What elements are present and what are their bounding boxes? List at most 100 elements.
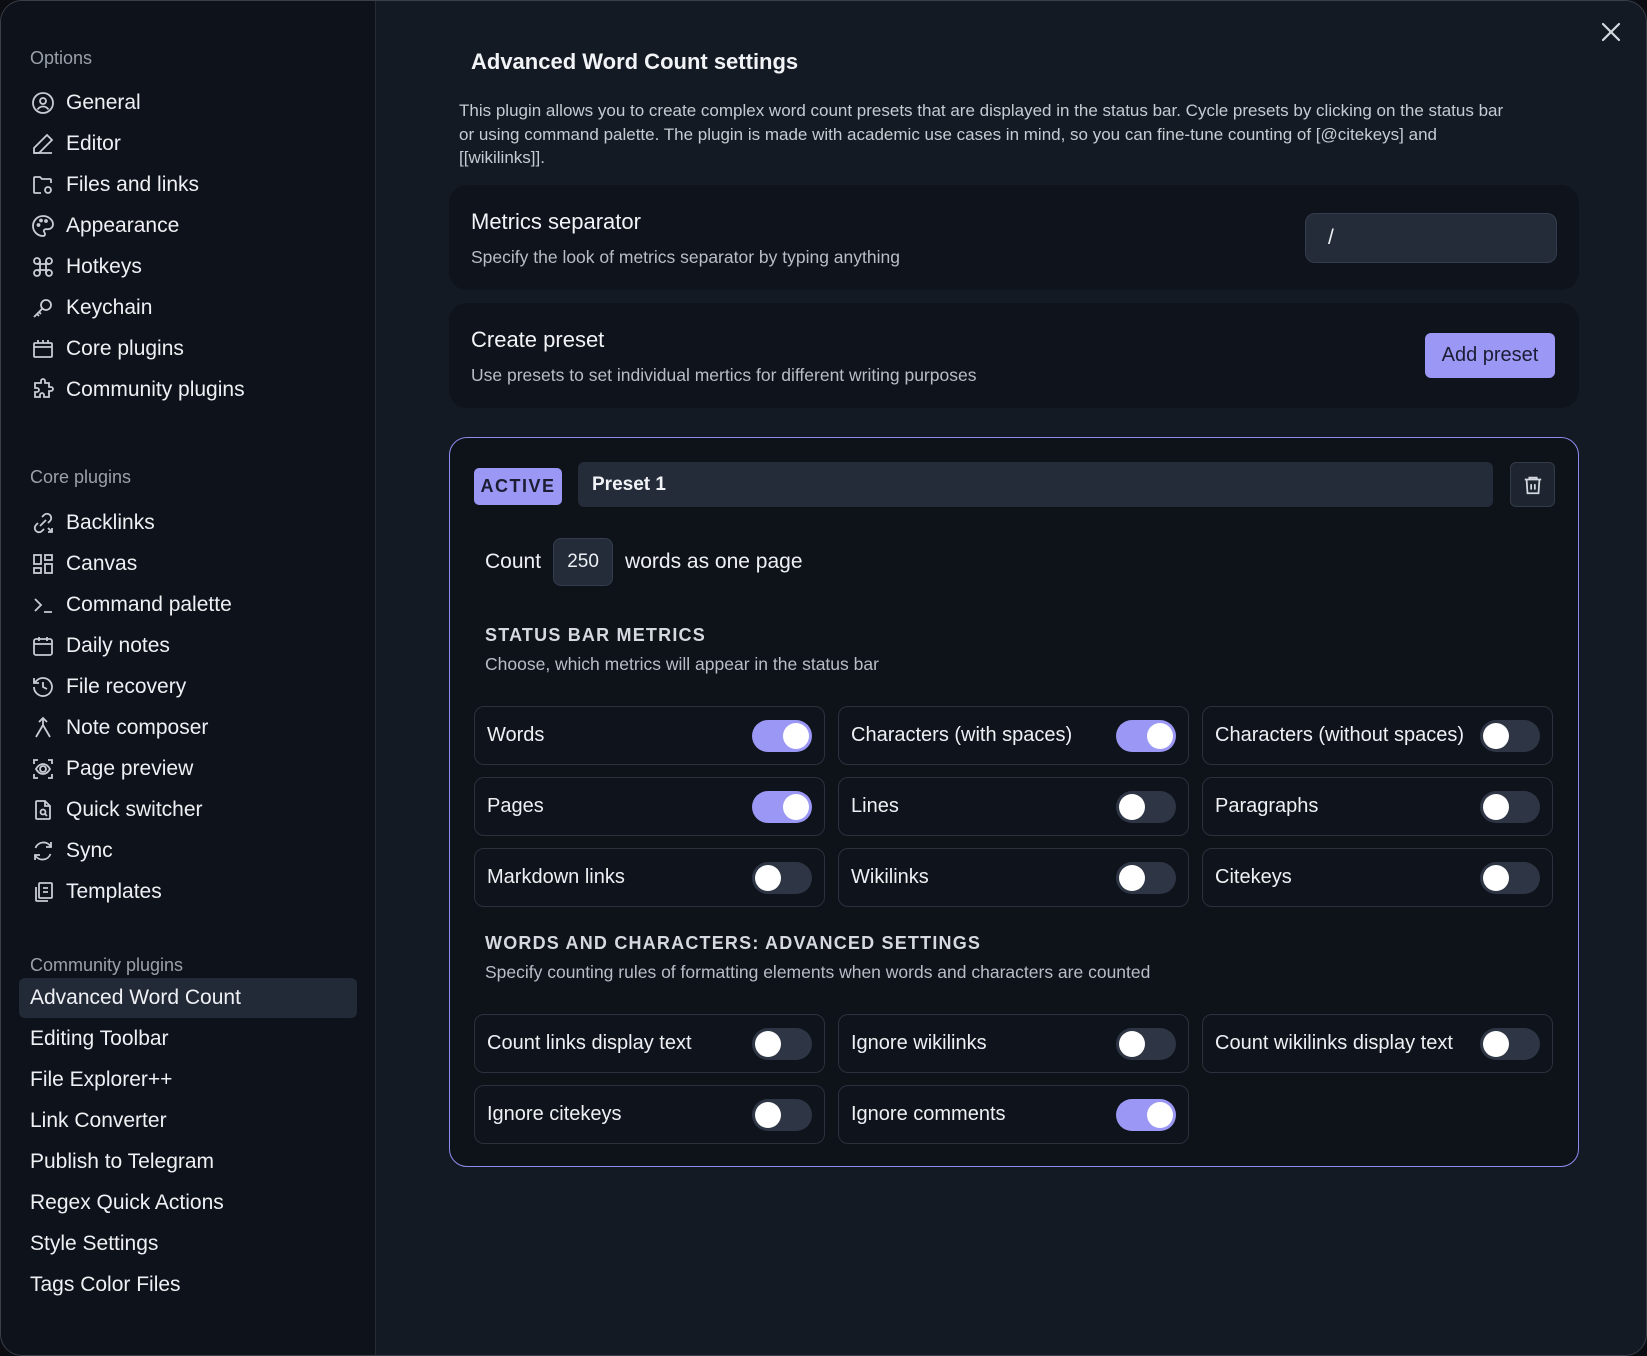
toggle-pages[interactable] bbox=[752, 791, 812, 823]
advanced-description: Specify counting rules of formatting ele… bbox=[485, 962, 1151, 982]
sidebar-item-label: Keychain bbox=[66, 296, 153, 319]
sidebar-item-label: Sync bbox=[66, 839, 113, 862]
quick-switcher-icon bbox=[30, 797, 56, 823]
toggle-markdown-links[interactable] bbox=[752, 862, 812, 894]
close-icon bbox=[1601, 22, 1621, 42]
settings-sidebar: Options General Editor Files and links A… bbox=[1, 1, 376, 1355]
toggle-label: Count wikilinks display text bbox=[1215, 1032, 1453, 1054]
sidebar-item-hotkeys[interactable]: Hotkeys bbox=[19, 247, 357, 287]
toggle-ignore-comments[interactable] bbox=[1116, 1099, 1176, 1131]
metric-lines: Lines bbox=[838, 777, 1189, 836]
toggle-paragraphs[interactable] bbox=[1480, 791, 1540, 823]
page-preview-icon bbox=[30, 756, 56, 782]
sidebar-item-daily-notes[interactable]: Daily notes bbox=[19, 626, 357, 666]
sidebar-item-label: Hotkeys bbox=[66, 255, 142, 278]
sidebar-item-backlinks[interactable]: Backlinks bbox=[19, 503, 357, 543]
folder-cog-icon bbox=[30, 172, 56, 198]
add-preset-button[interactable]: Add preset bbox=[1425, 333, 1555, 378]
user-circle-icon bbox=[30, 90, 56, 116]
sidebar-item-publish-to-telegram[interactable]: Publish to Telegram bbox=[19, 1142, 357, 1182]
toggle-count-links-display-text[interactable] bbox=[752, 1028, 812, 1060]
close-button[interactable] bbox=[1596, 17, 1626, 47]
sidebar-item-label: Note composer bbox=[66, 716, 209, 739]
sidebar-item-label: Editor bbox=[66, 132, 121, 155]
toggle-lines[interactable] bbox=[1116, 791, 1176, 823]
sidebar-item-community-plugins[interactable]: Community plugins bbox=[19, 370, 357, 410]
canvas-icon bbox=[30, 551, 56, 577]
sidebar-item-label: Appearance bbox=[66, 214, 180, 237]
sidebar-item-note-composer[interactable]: Note composer bbox=[19, 708, 357, 748]
toggle-citekeys[interactable] bbox=[1480, 862, 1540, 894]
active-badge[interactable]: ACTIVE bbox=[474, 468, 562, 505]
setting-ignore-comments: Ignore comments bbox=[838, 1085, 1189, 1144]
sidebar-item-quick-switcher[interactable]: Quick switcher bbox=[19, 790, 357, 830]
toggle-words[interactable] bbox=[752, 720, 812, 752]
sidebar-item-keychain[interactable]: Keychain bbox=[19, 288, 357, 328]
setting-count-links-display-text: Count links display text bbox=[474, 1014, 825, 1073]
toggle-label: Markdown links bbox=[487, 866, 625, 888]
toggle-ignore-citekeys[interactable] bbox=[752, 1099, 812, 1131]
sidebar-item-command-palette[interactable]: Command palette bbox=[19, 585, 357, 625]
sidebar-item-templates[interactable]: Templates bbox=[19, 872, 357, 912]
toggle-label: Ignore citekeys bbox=[487, 1103, 622, 1125]
sidebar-heading-community: Community plugins bbox=[30, 955, 184, 975]
metric-pages: Pages bbox=[474, 777, 825, 836]
sidebar-item-label: Command palette bbox=[66, 593, 232, 616]
sidebar-item-file-explorer[interactable]: File Explorer++ bbox=[19, 1060, 357, 1100]
metrics-heading: STATUS BAR METRICS bbox=[485, 625, 706, 645]
sync-icon bbox=[30, 838, 56, 864]
sidebar-item-label: File recovery bbox=[66, 675, 187, 698]
toggle-count-wikilinks-display-text[interactable] bbox=[1480, 1028, 1540, 1060]
settings-content: Advanced Word Count settings This plugin… bbox=[377, 1, 1646, 1355]
sidebar-item-advanced-word-count[interactable]: Advanced Word Count bbox=[19, 978, 357, 1018]
metric-characters-with-spaces: Characters (with spaces) bbox=[838, 706, 1189, 765]
toggle-label: Characters (without spaces) bbox=[1215, 724, 1464, 746]
sidebar-item-core-plugins[interactable]: Core plugins bbox=[19, 329, 357, 369]
sidebar-item-editing-toolbar[interactable]: Editing Toolbar bbox=[19, 1019, 357, 1059]
setting-title: Create preset bbox=[471, 327, 605, 352]
advanced-heading: WORDS AND CHARACTERS: ADVANCED SETTINGS bbox=[485, 933, 982, 953]
metric-wikilinks: Wikilinks bbox=[838, 848, 1189, 907]
sidebar-item-label: Daily notes bbox=[66, 634, 170, 657]
separator-input[interactable]: / bbox=[1305, 213, 1557, 263]
metrics-separator-setting: Metrics separator Specify the look of me… bbox=[449, 185, 1579, 290]
sidebar-item-canvas[interactable]: Canvas bbox=[19, 544, 357, 584]
toggle-label: Count links display text bbox=[487, 1032, 692, 1054]
palette-icon bbox=[30, 213, 56, 239]
count-suffix: words as one page bbox=[625, 550, 803, 573]
sidebar-item-files-and-links[interactable]: Files and links bbox=[19, 165, 357, 205]
sidebar-item-label: Canvas bbox=[66, 552, 138, 575]
toggle-label: Paragraphs bbox=[1215, 795, 1319, 817]
toggle-characters-without-spaces[interactable] bbox=[1480, 720, 1540, 752]
sidebar-item-editor[interactable]: Editor bbox=[19, 124, 357, 164]
toggle-label: Citekeys bbox=[1215, 866, 1292, 888]
toggle-characters-with-spaces[interactable] bbox=[1116, 720, 1176, 752]
words-per-page-input[interactable]: 250 bbox=[553, 538, 614, 586]
toggle-wikilinks[interactable] bbox=[1116, 862, 1176, 894]
sidebar-item-page-preview[interactable]: Page preview bbox=[19, 749, 357, 789]
metric-words: Words bbox=[474, 706, 825, 765]
sidebar-item-tags-color-files[interactable]: Tags Color Files bbox=[19, 1265, 357, 1305]
setting-title: Metrics separator bbox=[471, 209, 641, 234]
toggle-ignore-wikilinks[interactable] bbox=[1116, 1028, 1176, 1060]
sidebar-item-sync[interactable]: Sync bbox=[19, 831, 357, 871]
setting-description: Specify the look of metrics separator by… bbox=[471, 247, 900, 267]
sidebar-item-link-converter[interactable]: Link Converter bbox=[19, 1101, 357, 1141]
sidebar-item-appearance[interactable]: Appearance bbox=[19, 206, 357, 246]
setting-count-wikilinks-display-text: Count wikilinks display text bbox=[1202, 1014, 1553, 1073]
sidebar-item-general[interactable]: General bbox=[19, 83, 357, 123]
toggle-label: Ignore comments bbox=[851, 1103, 1006, 1125]
count-label: Count bbox=[485, 550, 542, 573]
sidebar-item-file-recovery[interactable]: File recovery bbox=[19, 667, 357, 707]
sidebar-item-label: Files and links bbox=[66, 173, 200, 196]
sidebar-heading-options: Options bbox=[30, 48, 93, 68]
trash-icon bbox=[1524, 476, 1541, 494]
setting-description: Use presets to set individual mertics fo… bbox=[471, 365, 977, 385]
preset-name-input[interactable]: Preset 1 bbox=[578, 462, 1493, 507]
sidebar-item-label: Core plugins bbox=[66, 337, 184, 360]
sidebar-item-regex-quick-actions[interactable]: Regex Quick Actions bbox=[19, 1183, 357, 1223]
toggle-label: Pages bbox=[487, 795, 544, 817]
delete-preset-button[interactable] bbox=[1510, 462, 1555, 507]
sidebar-item-label: Backlinks bbox=[66, 511, 155, 534]
sidebar-item-style-settings[interactable]: Style Settings bbox=[19, 1224, 357, 1264]
